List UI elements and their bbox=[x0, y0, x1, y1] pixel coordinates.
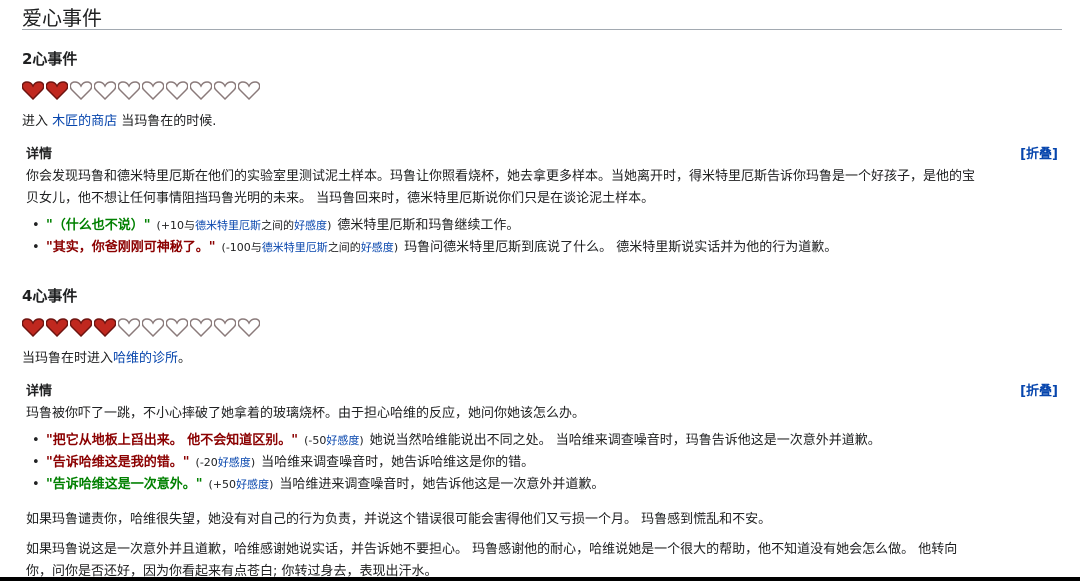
friendship-link[interactable]: 好感度 bbox=[361, 241, 394, 254]
event-heading-2: 2心事件 bbox=[22, 50, 78, 68]
favor-change: (+50 bbox=[208, 478, 237, 491]
heart-empty-icon bbox=[118, 80, 140, 100]
title-divider bbox=[22, 29, 1062, 30]
choices-list-2: "（什么也不说）"(+10与德米特里厄斯之间的好感度)德米特里厄斯和玛鲁继续工作… bbox=[32, 215, 838, 259]
choice-result: 当哈维进来调查噪音时，她告诉他这是一次意外并道歉。 bbox=[279, 477, 605, 492]
heart-empty-icon bbox=[142, 80, 164, 100]
screen-bottom-edge bbox=[0, 577, 1080, 581]
favor-close: ) bbox=[359, 434, 364, 447]
event-heading-4: 4心事件 bbox=[22, 287, 78, 305]
choice-item: "（什么也不说）" (+10与德米特里厄斯之间的好感度) 德米特里厄斯和玛鲁继续工作… bbox=[32, 215, 837, 237]
heart-empty-icon bbox=[70, 80, 92, 100]
choice-result: 她说当然哈维能说出不同之处。 当哈维来调查噪音时，玛鲁告诉他这是一次意外并道歉。 bbox=[369, 433, 881, 448]
choice-item: "告诉哈维这是一次意外。" (+50好感度) 当哈维进来调查噪音时，她告诉他这是一次… bbox=[32, 474, 881, 496]
favor-meta: (-20好感度) bbox=[196, 456, 256, 469]
favor-meta: (+50好感度) bbox=[209, 478, 274, 491]
heart-filled-icon bbox=[70, 317, 92, 337]
heart-empty-icon bbox=[190, 317, 212, 337]
choice-item: "告诉哈维这是我的错。" (-20好感度) 当哈维来调查噪音时，她告诉哈维这是你的错… bbox=[32, 452, 881, 474]
carpenter-shop-link[interactable]: 木匠的商店 bbox=[52, 114, 117, 129]
harvey-clinic-link[interactable]: 哈维的诊所 bbox=[113, 351, 178, 366]
heart-filled-icon bbox=[46, 80, 68, 100]
choice-item: "把它从地板上舀出来。 他不会知道区别。" (-50好感度) 她说当然哈维能说出不同… bbox=[32, 430, 881, 452]
friendship-link[interactable]: 好感度 bbox=[294, 219, 327, 232]
event-description-4: 玛鲁被你吓了一跳，不小心摔破了她拿着的玻璃烧杯。由于担心哈维的反应，她问你她该怎… bbox=[26, 403, 1062, 425]
collapse-toggle-2[interactable]: [折叠] bbox=[1020, 143, 1058, 162]
intro-pre-text: 进入 bbox=[22, 114, 53, 129]
section-title: 爱心事件 bbox=[22, 6, 102, 30]
favor-between: 之间的 bbox=[261, 219, 295, 232]
choice-quote: "把它从地板上舀出来。 他不会知道区别。" bbox=[46, 433, 299, 448]
heart-empty-icon bbox=[118, 317, 140, 337]
favor-close: ) bbox=[269, 478, 274, 491]
after-paragraph-line: 如果玛鲁说这是一次意外并且道歉，哈维感谢她说实话，并告诉她不要担心。 玛鲁感谢他… bbox=[26, 542, 958, 557]
heart-empty-icon bbox=[190, 80, 212, 100]
character-link[interactable]: 德米特里厄斯 bbox=[195, 219, 261, 232]
choice-quote: "告诉哈维这是一次意外。" bbox=[46, 477, 203, 492]
collapse-link[interactable]: [折叠] bbox=[1020, 384, 1058, 399]
intro-post-text: 当玛鲁在的时候. bbox=[117, 114, 217, 129]
description-line: 贝女儿，他不想让任何事情阻挡玛鲁光明的未来。 当玛鲁回来时，德米特里厄斯说你们只… bbox=[26, 191, 655, 206]
event-description-2: 你会发现玛鲁和德米特里厄斯在他们的实验室里测试泥土样本。玛鲁让你照看烧杯，她去拿… bbox=[26, 166, 1062, 210]
heart-empty-icon bbox=[238, 80, 260, 100]
choice-result: 玛鲁问德米特里厄斯到底说了什么。 德米特里斯说实话并为他的行为道歉。 bbox=[404, 240, 838, 255]
heart-empty-icon bbox=[166, 80, 188, 100]
choice-result: 当哈维来调查噪音时，她告诉哈维这是你的错。 bbox=[261, 455, 535, 470]
friendship-link[interactable]: 好感度 bbox=[326, 434, 359, 447]
favor-meta: (-50好感度) bbox=[304, 434, 364, 447]
heart-filled-icon bbox=[94, 317, 116, 337]
heart-empty-icon bbox=[214, 317, 236, 337]
favor-close: ) bbox=[393, 241, 399, 254]
heart-filled-icon bbox=[22, 80, 44, 100]
heart-empty-icon bbox=[94, 80, 116, 100]
heart-empty-icon bbox=[142, 317, 164, 337]
choice-item: "其实，你爸刚刚可神秘了。" (-100与德米特里厄斯之间的好感度) 玛鲁问德米特里… bbox=[32, 237, 838, 259]
hearts-row-4 bbox=[22, 317, 260, 337]
friendship-link[interactable]: 好感度 bbox=[236, 478, 269, 491]
friendship-link[interactable]: 好感度 bbox=[218, 456, 251, 469]
hearts-row-2 bbox=[22, 80, 260, 100]
heart-filled-icon bbox=[22, 317, 44, 337]
character-link[interactable]: 德米特里厄斯 bbox=[262, 241, 328, 254]
description-line: 玛鲁被你吓了一跳，不小心摔破了她拿着的玻璃烧杯。由于担心哈维的反应，她问你她该怎… bbox=[26, 406, 586, 421]
favor-change: (-20 bbox=[195, 456, 218, 469]
heart-empty-icon bbox=[166, 317, 188, 337]
intro-pre-text: 当玛鲁在时进入 bbox=[22, 351, 114, 366]
choice-quote: "其实，你爸刚刚可神秘了。" bbox=[46, 240, 216, 255]
choice-quote: "（什么也不说）" bbox=[46, 218, 151, 233]
details-label-4: 详情 bbox=[26, 384, 53, 399]
choice-result: 德米特里厄斯和玛鲁继续工作。 bbox=[337, 218, 520, 233]
favor-change: (-50 bbox=[304, 434, 327, 447]
favor-meta: (+10与德米特里厄斯之间的好感度) bbox=[157, 219, 332, 232]
favor-change: (-100与 bbox=[221, 241, 262, 254]
choices-list-4: "把它从地板上舀出来。 他不会知道区别。"(-50好感度)她说当然哈维能说出不同… bbox=[32, 430, 881, 496]
intro-post-text: 。 bbox=[178, 351, 192, 366]
favor-close: ) bbox=[250, 456, 256, 469]
choice-quote: "告诉哈维这是我的错。" bbox=[46, 455, 190, 470]
details-label-2: 详情 bbox=[26, 147, 53, 162]
after-paragraph-1: 如果玛鲁谴责你，哈维很失望，她没有对自己的行为负责，并说这个错误很可能会害得他们… bbox=[26, 512, 772, 527]
collapse-link[interactable]: [折叠] bbox=[1020, 147, 1058, 162]
favor-between: 之间的 bbox=[327, 241, 361, 254]
favor-change: (+10与 bbox=[156, 219, 196, 232]
heart-empty-icon bbox=[238, 317, 260, 337]
description-line: 你会发现玛鲁和德米特里厄斯在他们的实验室里测试泥土样本。玛鲁让你照看烧杯，她去拿… bbox=[26, 169, 976, 184]
heart-filled-icon bbox=[46, 317, 68, 337]
event-intro-4: 当玛鲁在时进入哈维的诊所。 bbox=[22, 347, 191, 366]
event-intro-2: 进入 木匠的商店 当玛鲁在的时候. bbox=[22, 110, 216, 129]
collapse-toggle-4[interactable]: [折叠] bbox=[1020, 380, 1058, 399]
heart-empty-icon bbox=[214, 80, 236, 100]
favor-meta: (-100与德米特里厄斯之间的好感度) bbox=[222, 241, 399, 254]
favor-close: ) bbox=[327, 219, 332, 232]
